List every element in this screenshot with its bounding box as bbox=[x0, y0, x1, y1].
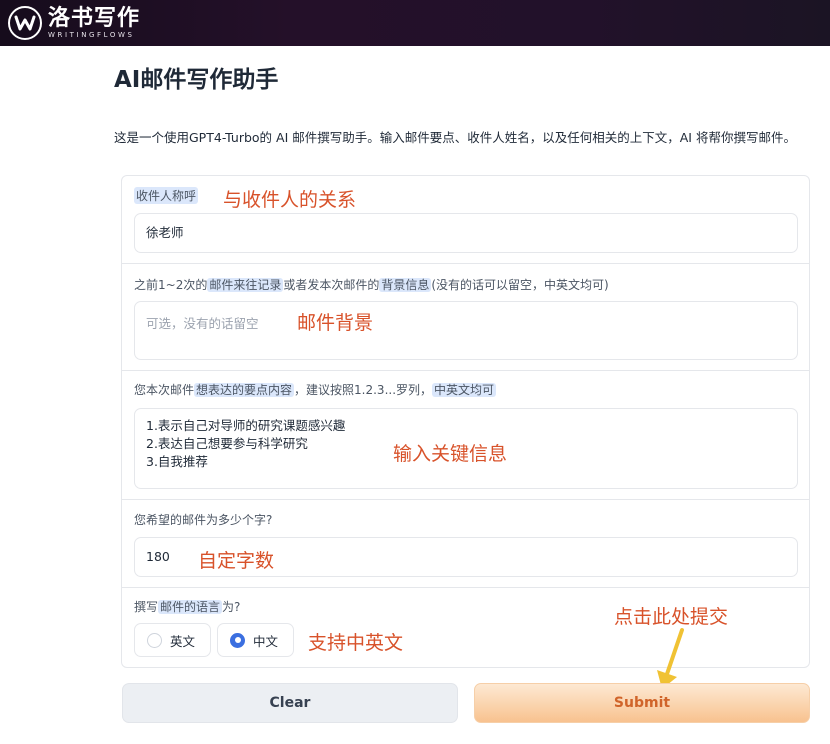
background-placeholder: 可选，没有的话留空 bbox=[146, 316, 259, 331]
recipient-value: 徐老师 bbox=[146, 225, 184, 240]
brand-logo[interactable]: 洛书写作 WRITINGFLOWS bbox=[8, 6, 140, 40]
submit-button[interactable]: Submit bbox=[474, 683, 810, 723]
language-label: 撰写 邮件的语言 为? bbox=[134, 600, 241, 614]
length-block: 您希望的邮件为多少个字? 180 bbox=[122, 500, 809, 588]
length-label: 您希望的邮件为多少个字? bbox=[134, 513, 273, 527]
language-option-chinese[interactable]: 中文 bbox=[217, 623, 294, 657]
annotation-length: 自定字数 bbox=[198, 550, 275, 572]
clear-button-label: Clear bbox=[269, 695, 311, 711]
brand-name: 洛书写作 bbox=[48, 5, 141, 31]
annotation-points: 输入关键信息 bbox=[393, 443, 508, 465]
radio-checked-icon bbox=[230, 632, 245, 648]
email-form: 收件人称呼 徐老师 之前1~2次的 邮件来往记录 或者发本次邮件的 背景信息 (没有的话… bbox=[121, 175, 810, 668]
points-label: 您本次邮件 想表达的要点内容 ，建议按照1.2.3...罗列， 中英文均可 bbox=[134, 383, 497, 397]
background-block: 之前1~2次的 邮件来往记录 或者发本次邮件的 背景信息 (没有的话可以留空，中英文均可… bbox=[122, 264, 809, 371]
recipient-label: 收件人称呼 bbox=[134, 187, 199, 204]
top-bar: 洛书写作 WRITINGFLOWS bbox=[0, 0, 830, 46]
length-value: 180 bbox=[146, 549, 170, 564]
annotation-submit: 点击此处提交 bbox=[614, 606, 729, 628]
page-description: 这是一个使用GPT4-Turbo的 AI 邮件撰写助手。输入邮件要点、收件人姓名… bbox=[114, 130, 796, 145]
radio-unchecked-icon bbox=[147, 632, 162, 648]
annotation-language: 支持中英文 bbox=[308, 632, 404, 654]
logo-w-icon bbox=[8, 6, 42, 40]
background-textarea[interactable]: 可选，没有的话留空 bbox=[134, 301, 798, 360]
language-option-label: 中文 bbox=[253, 633, 279, 649]
annotation-background: 邮件背景 bbox=[297, 312, 374, 334]
annotation-recipient: 与收件人的关系 bbox=[223, 189, 357, 211]
background-label: 之前1~2次的 邮件来往记录 或者发本次邮件的 背景信息 (没有的话可以留空，中英文均可… bbox=[134, 278, 609, 292]
language-option-english[interactable]: 英文 bbox=[134, 623, 211, 657]
language-option-label: 英文 bbox=[170, 633, 196, 649]
points-line: 1.表示自己对导师的研究课题感兴趣 bbox=[146, 418, 346, 433]
recipient-input[interactable]: 徐老师 bbox=[134, 213, 798, 253]
submit-button-label: Submit bbox=[613, 695, 671, 711]
clear-button[interactable]: Clear bbox=[122, 683, 458, 723]
points-block: 您本次邮件 想表达的要点内容 ，建议按照1.2.3...罗列， 中英文均可 1.表示自… bbox=[122, 371, 809, 500]
brand-tagline: WRITINGFLOWS bbox=[48, 30, 135, 39]
page-title: AI邮件写作助手 bbox=[114, 67, 279, 93]
